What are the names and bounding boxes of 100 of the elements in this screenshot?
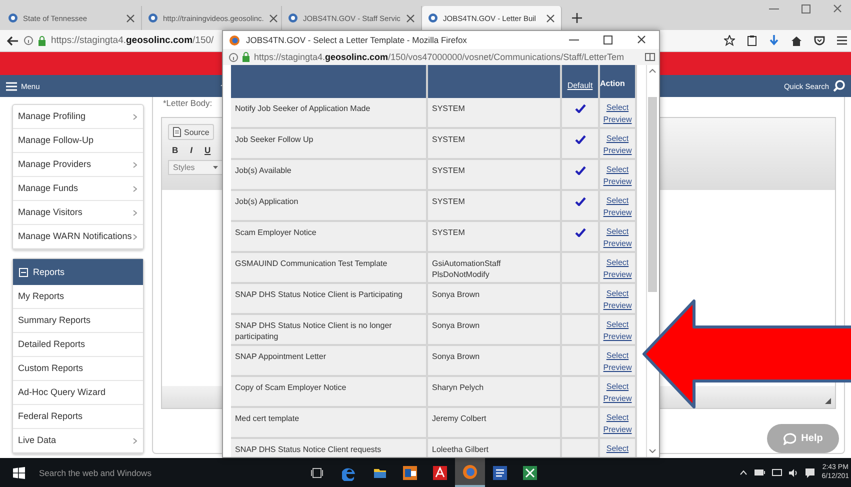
sidebar-item[interactable]: Summary Reports <box>13 309 143 333</box>
app-icon <box>492 464 508 480</box>
action-link[interactable]: Select <box>606 133 629 145</box>
format-button[interactable]: I <box>186 143 197 157</box>
sidebar-item[interactable]: Custom Reports <box>13 357 143 381</box>
field-label: *Letter Body: <box>163 98 212 108</box>
resize-grip-icon[interactable] <box>825 398 831 404</box>
download-icon[interactable] <box>769 35 779 46</box>
sidebar-item[interactable]: Manage Follow-Up <box>13 129 143 153</box>
action-link[interactable]: Preview <box>603 176 632 188</box>
table-cell: SNAP DHS Status Notice Client requests <box>231 439 428 457</box>
action-link[interactable]: Preview <box>603 144 632 156</box>
action-link[interactable]: Preview <box>603 362 632 374</box>
chevron-up-icon[interactable] <box>740 470 747 475</box>
action-link[interactable]: Preview <box>603 392 632 404</box>
table-cell: SYSTEM <box>428 160 562 189</box>
scrollbar-thumb[interactable] <box>648 97 656 292</box>
action-link[interactable]: Preview <box>603 268 632 280</box>
action-link[interactable]: Select <box>606 288 629 300</box>
action-link[interactable]: Select <box>606 102 629 114</box>
sidebar-item[interactable]: Manage Providers <box>13 153 143 177</box>
action-link[interactable]: Preview <box>603 114 632 126</box>
action-link[interactable]: Preview <box>603 300 632 312</box>
clipboard-icon[interactable] <box>747 35 757 46</box>
chevron-right-icon <box>133 438 137 444</box>
checkmark-icon <box>574 166 586 175</box>
action-link[interactable]: Select <box>606 412 629 424</box>
network-icon[interactable] <box>772 468 782 476</box>
back-icon[interactable] <box>7 36 19 46</box>
checkmark-icon <box>574 104 586 113</box>
plus-icon[interactable] <box>572 13 582 23</box>
sidebar-item[interactable]: Manage WARN Notifications <box>13 225 143 249</box>
table-cell: Scam Employer Notice <box>231 222 428 251</box>
sidebar-item[interactable]: Detailed Reports <box>13 333 143 357</box>
format-button[interactable]: B <box>168 143 182 157</box>
column-header[interactable]: Action <box>600 79 625 88</box>
table-cell: Sharyn Pelych <box>428 377 562 406</box>
action-link[interactable]: Preview <box>603 424 632 436</box>
format-button[interactable]: U <box>200 143 215 157</box>
app-icon <box>522 464 538 480</box>
pocket-icon[interactable] <box>814 36 825 46</box>
app-icon <box>462 464 478 480</box>
battery-icon[interactable] <box>754 469 765 476</box>
windows-logo-icon[interactable] <box>13 466 25 478</box>
checkmark-icon <box>574 135 586 144</box>
action-link[interactable]: Preview <box>603 330 632 342</box>
sidebar-item[interactable]: Manage Funds <box>13 177 143 201</box>
action-link[interactable]: Select <box>606 319 629 331</box>
url-text: https://stagingta4.geosolinc.com/150/ <box>51 35 214 46</box>
sidebar-item[interactable]: Manage Profiling <box>13 105 143 129</box>
task-view-icon[interactable] <box>311 468 323 478</box>
sidebar-section-header[interactable]: Reports <box>13 259 143 285</box>
action-link[interactable]: Select <box>606 195 629 207</box>
menu-icon <box>6 82 17 90</box>
action-link[interactable]: Select <box>606 381 629 393</box>
speaker-icon[interactable] <box>788 468 798 476</box>
sidebar-item[interactable]: Ad-Hoc Query Wizard <box>13 381 143 405</box>
action-link[interactable]: Select <box>606 257 629 269</box>
close-icon[interactable] <box>268 14 278 22</box>
table-cell: Jeremy Colbert <box>428 408 562 437</box>
notification-icon[interactable] <box>804 468 815 478</box>
sidebar-item[interactable]: Manage Visitors <box>13 201 143 225</box>
action-link[interactable]: Select <box>606 226 629 238</box>
close-icon[interactable] <box>637 35 647 45</box>
taskbar-search-field[interactable]: Search the web and Windows <box>39 468 259 478</box>
sidebar-item[interactable]: My Reports <box>13 285 143 309</box>
action-link[interactable]: Preview <box>603 206 632 218</box>
home-icon[interactable] <box>791 36 802 46</box>
document-icon <box>173 127 181 137</box>
maximize-icon[interactable] <box>603 35 613 45</box>
chevron-right-icon <box>133 186 137 192</box>
search-icon <box>833 80 845 92</box>
action-link[interactable]: Select <box>606 164 629 176</box>
table-cell: Med cert template <box>231 408 428 437</box>
close-icon[interactable] <box>546 14 555 22</box>
sidebar-item[interactable]: Live Data <box>13 429 143 453</box>
close-icon[interactable] <box>126 14 135 22</box>
caret-icon <box>212 166 218 169</box>
action-link[interactable]: Preview <box>603 238 632 250</box>
table-cell: Job Seeker Follow Up <box>231 129 428 158</box>
table-cell: GsiAutomationStaff PlsDoNotModify <box>428 253 562 282</box>
styles-dropdown[interactable]: Styles <box>168 160 223 175</box>
chat-bubble-icon <box>783 432 796 444</box>
url-text: https://stagingta4.geosolinc.com/150/vos47000000/vosnet/Communications/Staff/LetterTem <box>254 52 626 62</box>
globe-icon <box>428 13 438 23</box>
sidebar-item[interactable]: Federal Reports <box>13 405 143 429</box>
checkmark-icon <box>574 197 586 206</box>
app-icon <box>432 464 448 480</box>
window-title: JOBS4TN.GOV - Select a Letter Template - Mozilla Firefox <box>246 35 467 45</box>
action-link[interactable]: Select <box>606 350 629 362</box>
firefox-icon <box>229 34 240 46</box>
column-header[interactable]: Default <box>567 81 593 90</box>
table-cell: SNAP DHS Status Notice Client is Participating <box>231 284 428 313</box>
menu-icon[interactable] <box>837 36 847 45</box>
reader-view-icon[interactable] <box>645 53 655 61</box>
action-link[interactable]: Select <box>606 443 629 455</box>
source-button[interactable]: Source <box>168 124 214 140</box>
lock-icon <box>242 52 250 62</box>
close-icon[interactable] <box>406 14 415 22</box>
star-icon[interactable] <box>724 35 735 46</box>
